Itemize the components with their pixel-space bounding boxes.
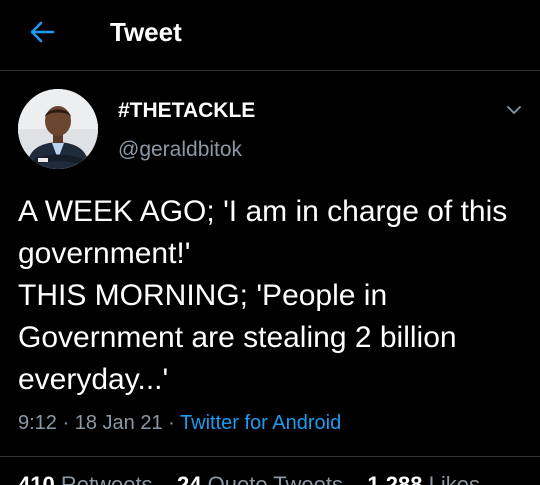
- page-title: Tweet: [110, 17, 182, 47]
- header-divider: [0, 70, 540, 71]
- quotes-count: 24: [177, 472, 202, 485]
- chevron-down-icon: [507, 106, 521, 114]
- avatar[interactable]: [18, 89, 98, 169]
- top-bar: Tweet: [0, 0, 540, 68]
- meta-separator: ·: [168, 412, 175, 434]
- likes-label: Likes: [428, 472, 480, 485]
- tweet-source-link[interactable]: Twitter for Android: [180, 412, 341, 434]
- tweet-meta: 9:12 · 18 Jan 21 · Twitter for Android: [18, 409, 341, 437]
- likes-stat[interactable]: 1,288 Likes: [367, 472, 480, 485]
- author-name[interactable]: #THETACKLE: [118, 98, 255, 124]
- quotes-label: Quote Tweets: [207, 472, 343, 485]
- retweets-stat[interactable]: 410 Retweets: [18, 472, 153, 485]
- tweet-options-button[interactable]: [500, 96, 528, 124]
- author-handle[interactable]: @geraldbitok: [118, 137, 242, 163]
- back-button[interactable]: [24, 14, 60, 50]
- likes-count: 1,288: [367, 472, 423, 485]
- tweet-text: A WEEK AGO; 'I am in charge of this gove…: [18, 195, 508, 396]
- retweets-count: 410: [18, 472, 55, 485]
- tweet-time: 9:12: [18, 412, 57, 434]
- avatar-photo: [18, 89, 98, 169]
- quotes-stat[interactable]: 24 Quote Tweets: [177, 472, 343, 485]
- meta-separator: ·: [62, 412, 70, 434]
- retweets-label: Retweets: [60, 472, 153, 485]
- stats-divider: [0, 456, 540, 457]
- arrow-left-icon: [30, 21, 55, 43]
- tweet-date: 18 Jan 21: [74, 412, 163, 434]
- tweet-stats: 410 Retweets 24 Quote Tweets 1,288 Likes: [18, 471, 480, 485]
